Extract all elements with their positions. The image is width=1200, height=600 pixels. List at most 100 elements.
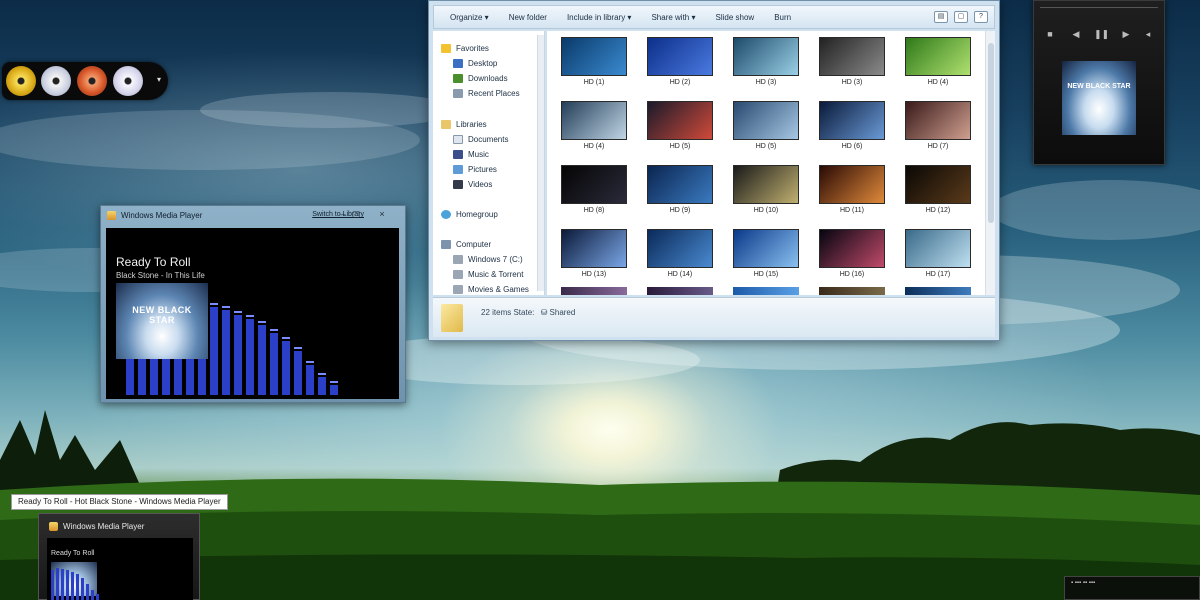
preview-visualizer-bar <box>76 574 79 600</box>
tray-panel: ▪ ▪▪▪ ▪▪ ▪▪▪ <box>1064 576 1200 600</box>
thumbnail-partial[interactable] <box>561 287 627 295</box>
thumbnail-item[interactable]: HD (3) <box>731 31 801 91</box>
tray-indicator: ▪ ▪▪▪ ▪▪ ▪▪▪ <box>1071 580 1096 586</box>
nav-drive-movies-games[interactable]: Movies & Games <box>453 282 529 295</box>
media-disc-icon[interactable] <box>77 66 107 96</box>
thumbnail-item[interactable]: HD (1) <box>559 31 629 91</box>
organize-button[interactable]: Organize ▾ <box>440 13 499 22</box>
thumbnail-item[interactable]: HD (15) <box>731 223 801 283</box>
stop-icon[interactable]: ■ <box>1044 29 1056 39</box>
thumbnail-item[interactable]: HD (6) <box>817 95 887 155</box>
thumbnail-item[interactable]: HD (16) <box>817 223 887 283</box>
previous-icon[interactable]: ◀ <box>1070 29 1082 40</box>
thumbnail-item[interactable]: HD (8) <box>559 159 629 219</box>
thumbnail-partial[interactable] <box>819 287 885 295</box>
dvd-disc-icon[interactable] <box>41 66 71 96</box>
thumbnail-item[interactable]: HD (17) <box>903 223 973 283</box>
nav-homegroup[interactable]: Homegroup <box>441 207 498 221</box>
thumbnail-label: HD (3) <box>841 79 863 86</box>
visualizer-peak <box>294 347 302 349</box>
taskbar-thumbnail-preview[interactable]: Windows Media Player Ready To Roll <box>38 513 200 600</box>
visualizer-peak <box>246 315 254 317</box>
nav-drive-c[interactable]: Windows 7 (C:) <box>453 252 523 266</box>
nav-music[interactable]: Music <box>453 147 489 161</box>
thumbnail-item[interactable]: HD (4) <box>903 31 973 91</box>
nav-drive-music-torrent[interactable]: Music & Torrent <box>453 267 523 281</box>
include-in-library-button[interactable]: Include in library ▾ <box>557 13 642 22</box>
thumbnail-item[interactable]: HD (11) <box>817 159 887 219</box>
thumbnail-partial[interactable] <box>905 287 971 295</box>
wmp-title: Windows Media Player <box>121 211 203 220</box>
cd-disc-icon[interactable] <box>113 66 143 96</box>
preview-visualizer-bar <box>61 569 64 600</box>
chevron-down-icon[interactable]: ▾ <box>157 75 161 84</box>
thumbnail-item[interactable]: HD (4) <box>559 95 629 155</box>
document-icon <box>453 134 463 144</box>
nav-computer[interactable]: Computer <box>441 237 491 251</box>
scrollbar-thumb[interactable] <box>988 43 994 223</box>
explorer-window: Organize ▾ New folder Include in library… <box>428 0 1000 341</box>
thumbnail-label: HD (15) <box>753 271 779 278</box>
thumbnail-image <box>905 37 971 76</box>
gold-disc-icon[interactable] <box>6 66 36 96</box>
nav-desktop[interactable]: Desktop <box>453 56 497 70</box>
visualizer-peak <box>330 381 338 383</box>
thumbnail-label: HD (3) <box>755 79 777 86</box>
visualizer-bar <box>306 365 314 395</box>
now-playing-screen[interactable]: Ready To Roll Black Stone - In This Life… <box>106 228 399 399</box>
thumbnail-item[interactable]: HD (3) <box>817 31 887 91</box>
thumbnail-image <box>819 37 885 76</box>
thumbnail-item[interactable]: HD (13) <box>559 223 629 283</box>
preview-visualizer-bar <box>71 572 74 600</box>
thumbnail-label: HD (4) <box>927 79 949 86</box>
thumbnail-partial[interactable] <box>733 287 799 295</box>
navigation-pane: Favorites Desktop Downloads Recent Place… <box>433 31 545 295</box>
thumbnail-label: HD (8) <box>583 207 605 214</box>
minimize-icon[interactable]: – <box>338 209 348 219</box>
nav-videos[interactable]: Videos <box>453 177 492 191</box>
mini-album-art: NEW BLACK STAR <box>1062 61 1136 135</box>
next-icon[interactable]: ▶ <box>1120 29 1132 40</box>
close-icon[interactable]: × <box>377 209 387 219</box>
burn-button[interactable]: Burn <box>764 13 801 22</box>
visualizer-bar <box>318 377 326 395</box>
thumbnail-item[interactable]: HD (14) <box>645 223 715 283</box>
thumbnail-image <box>905 165 971 204</box>
thumbnail-item[interactable]: HD (9) <box>645 159 715 219</box>
thumbnail-item[interactable]: HD (5) <box>645 95 715 155</box>
share-with-button[interactable]: Share with ▾ <box>641 13 705 22</box>
nav-scrollbar[interactable] <box>537 35 544 291</box>
thumbnail-item[interactable]: HD (10) <box>731 159 801 219</box>
content-scrollbar[interactable] <box>985 31 995 295</box>
thumbnail-image <box>561 229 627 268</box>
nav-libraries[interactable]: Libraries <box>441 117 487 131</box>
nav-pictures[interactable]: Pictures <box>453 162 497 176</box>
thumbnail-label: HD (5) <box>669 143 691 150</box>
thumbnail-image <box>905 229 971 268</box>
visualizer-peak <box>318 373 326 375</box>
thumbnail-image <box>733 101 799 140</box>
nav-recent-places[interactable]: Recent Places <box>453 86 520 100</box>
thumbnail-item[interactable]: HD (12) <box>903 159 973 219</box>
thumbnail-item[interactable]: HD (5) <box>731 95 801 155</box>
thumbnail-label: HD (4) <box>583 143 605 150</box>
help-icon[interactable]: ? <box>974 11 988 23</box>
nav-documents[interactable]: Documents <box>453 132 508 146</box>
preview-visualizer-bar <box>86 584 89 600</box>
volume-icon[interactable]: ◂ <box>1142 29 1154 40</box>
thumbnail-item[interactable]: HD (2) <box>645 31 715 91</box>
thumbnail-image <box>819 101 885 140</box>
slide-show-button[interactable]: Slide show <box>706 13 765 22</box>
nav-downloads[interactable]: Downloads <box>453 71 508 85</box>
thumbnail-item[interactable]: HD (7) <box>903 95 973 155</box>
pause-icon[interactable]: ❚❚ <box>1094 29 1109 40</box>
visualizer-peak <box>210 303 218 305</box>
item-count: 22 items State: ⛁ Shared <box>481 308 576 317</box>
nav-favorites[interactable]: Favorites <box>441 41 489 55</box>
preview-pane-icon[interactable]: ▢ <box>954 11 968 23</box>
thumbnail-partial[interactable] <box>647 287 713 295</box>
maximize-icon[interactable]: ▢ <box>351 209 361 220</box>
new-folder-button[interactable]: New folder <box>499 13 557 22</box>
preview-title: Windows Media Player <box>63 522 145 531</box>
view-options-icon[interactable]: ▤ <box>934 11 948 23</box>
